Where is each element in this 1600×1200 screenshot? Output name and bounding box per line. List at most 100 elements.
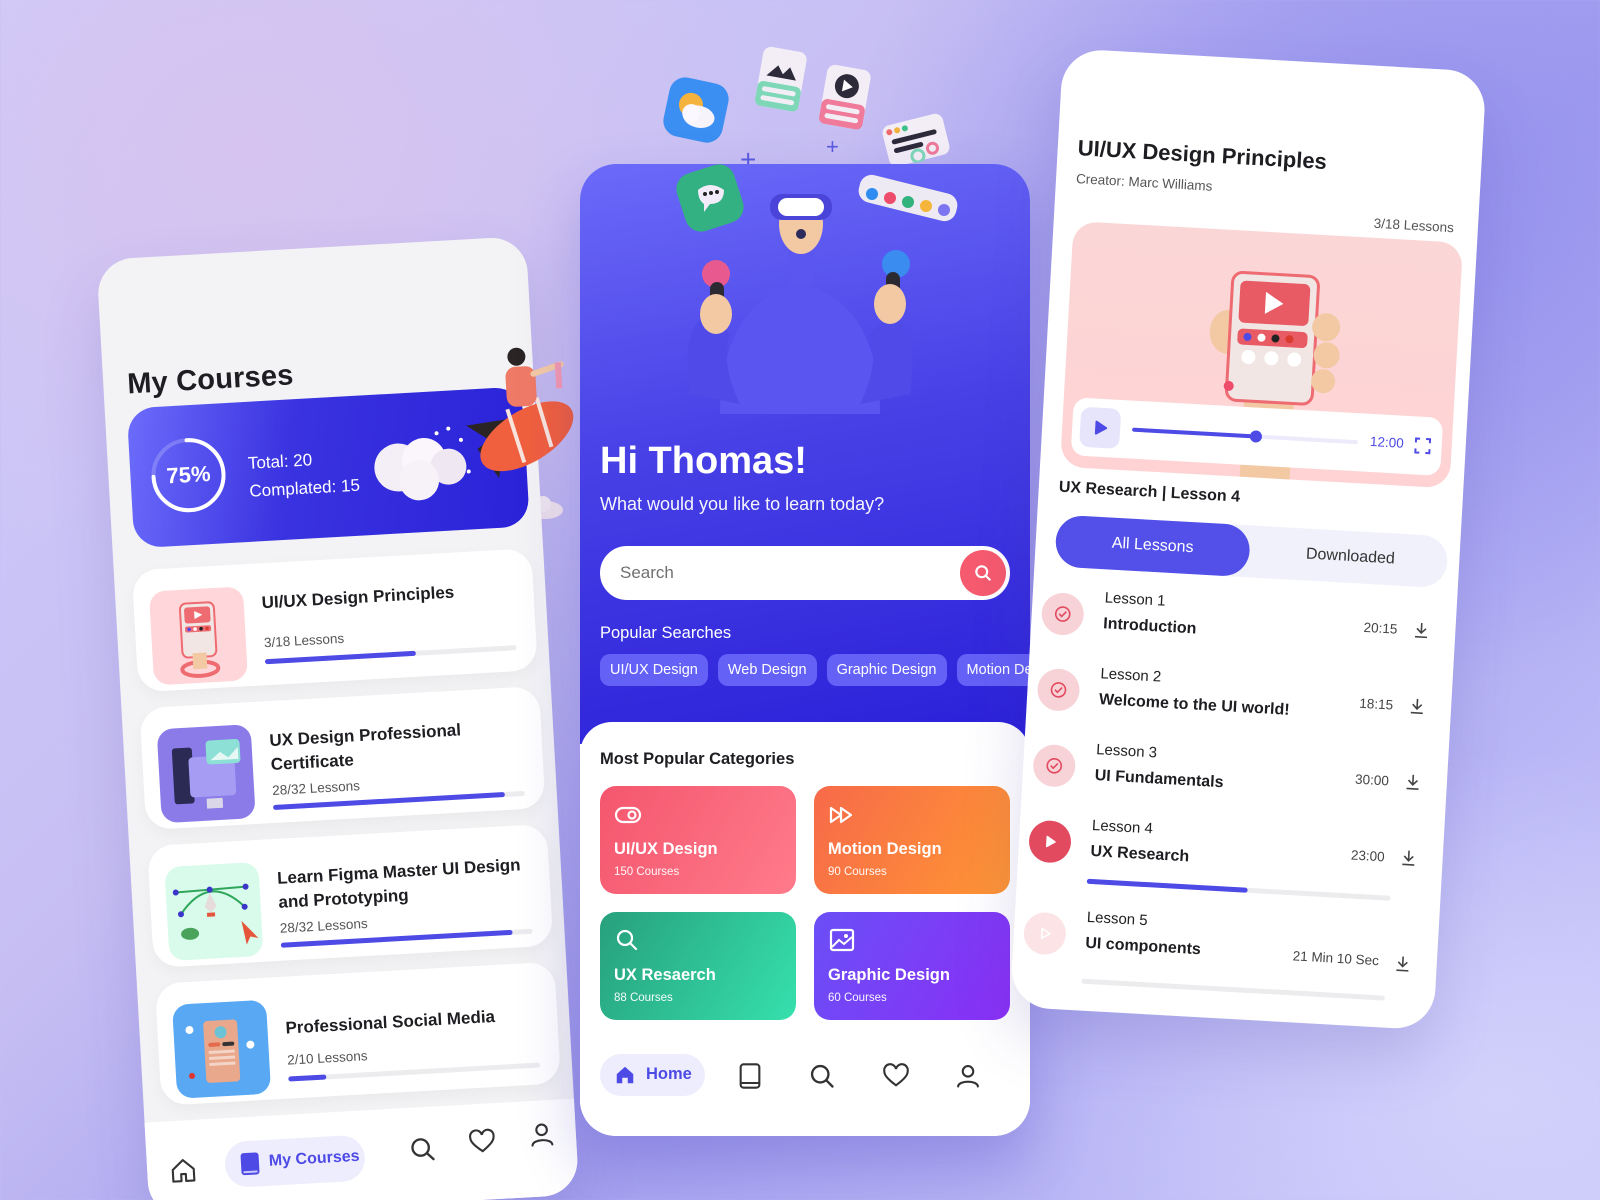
check-circle-icon — [1046, 757, 1063, 774]
course-card[interactable]: Professional Social Media 2/10 Lessons — [154, 961, 562, 1106]
download-icon[interactable] — [1409, 697, 1426, 716]
greeting-subtitle: What would you like to learn today? — [600, 494, 885, 514]
page-title: My Courses — [126, 359, 295, 401]
popular-searches-label: Popular Searches — [600, 624, 732, 642]
hero-section: Hi Thomas! What would you like to learn … — [580, 164, 1030, 744]
download-icon[interactable] — [1400, 848, 1417, 867]
lesson-duration: 18:15 — [1359, 695, 1394, 713]
category-card[interactable]: UX Resaerch 88 Courses — [600, 912, 796, 1020]
play-icon — [1094, 420, 1108, 435]
heart-icon[interactable] — [882, 1062, 910, 1090]
lesson-status-icon — [1032, 743, 1077, 788]
lesson-title: Introduction — [1102, 615, 1197, 638]
video-card-icon — [817, 62, 873, 131]
bottom-navigation: Home — [580, 1042, 1030, 1132]
search-button[interactable] — [960, 550, 1006, 596]
course-lessons: 2/10 Lessons — [286, 1048, 368, 1068]
course-card[interactable]: UI/UX Design Principles 3/18 Lessons — [131, 548, 538, 693]
course-thumbnail — [148, 586, 249, 686]
greeting: Hi Thomas! — [600, 440, 807, 482]
nav-home-label: Home — [646, 1065, 692, 1083]
home-screen: Hi Thomas! What would you like to learn … — [580, 164, 1030, 1136]
category-count: 60 Courses — [828, 992, 887, 1004]
lesson-duration: 23:00 — [1350, 847, 1386, 865]
lesson-item[interactable]: Lesson 4 UX Research 23:00 — [1027, 812, 1430, 904]
category-card[interactable]: Motion Design 90 Courses — [814, 786, 1010, 894]
nav-home[interactable]: Home — [600, 1054, 705, 1096]
lesson-number: Lesson 3 — [1095, 741, 1158, 762]
download-icon[interactable] — [1413, 621, 1430, 640]
popular-searches-list: UI/UX Design Web Design Graphic Design M… — [600, 654, 1030, 686]
heart-icon[interactable] — [467, 1127, 497, 1157]
course-title: Learn Figma Master UI Design and Prototy… — [276, 855, 522, 912]
category-card[interactable]: UI/UX Design 150 Courses — [600, 786, 796, 894]
nav-my-courses[interactable]: My Courses — [223, 1134, 367, 1189]
course-card[interactable]: UX Design Professional Certificate 28/32… — [139, 685, 546, 831]
lesson-item[interactable]: Lesson 5 UI components 21 Min 10 Sec — [1022, 903, 1425, 1001]
weather-app-icon — [658, 72, 734, 148]
lesson-duration: 20:15 — [1363, 619, 1398, 637]
course-lessons: 28/32 Lessons — [271, 778, 361, 798]
lesson-progress-bar — [1081, 978, 1385, 1001]
fullscreen-icon[interactable] — [1413, 436, 1432, 455]
popular-search-chip[interactable]: Graphic Design — [826, 654, 947, 686]
course-card[interactable]: Learn Figma Master UI Design and Prototy… — [147, 823, 554, 968]
search-icon — [616, 929, 638, 951]
search-icon — [975, 565, 991, 581]
total-courses: Total: 20 — [247, 450, 313, 473]
lesson-duration: 21 Min 10 Sec — [1292, 948, 1380, 969]
vr-person-illustration — [676, 164, 958, 414]
lesson-tabs: All Lessons Downloaded — [1054, 514, 1449, 589]
course-title: Professional Social Media — [284, 1006, 496, 1038]
user-icon[interactable] — [954, 1062, 982, 1090]
search-input[interactable] — [620, 548, 940, 598]
popular-search-chip[interactable]: UI/UX Design — [600, 654, 708, 686]
search-icon[interactable] — [408, 1134, 438, 1164]
playback-slider[interactable] — [1132, 427, 1358, 445]
category-name: UX Resaerch — [614, 966, 716, 984]
category-name: Motion Design — [828, 840, 942, 858]
course-title: UI/UX Design Principles — [1077, 135, 1328, 175]
image-icon — [829, 928, 855, 952]
play-button[interactable] — [1079, 406, 1122, 449]
popular-search-chip[interactable]: Web Design — [717, 654, 817, 686]
course-creator: Creator: Marc Williams — [1075, 171, 1213, 194]
rocket-rider-illustration — [466, 347, 574, 478]
category-count: 150 Courses — [614, 866, 680, 878]
tab-downloaded[interactable]: Downloaded — [1252, 526, 1449, 589]
book-icon[interactable] — [736, 1062, 764, 1090]
categories-section: Most Popular Categories UI/UX Design 150… — [580, 722, 1030, 1136]
fast-forward-icon — [829, 806, 853, 824]
category-count: 88 Courses — [614, 992, 673, 1004]
category-count: 90 Courses — [828, 866, 887, 878]
lesson-status-icon — [1022, 911, 1068, 956]
tab-all-lessons[interactable]: All Lessons — [1054, 514, 1251, 578]
check-circle-icon — [1054, 606, 1071, 622]
download-icon[interactable] — [1404, 772, 1421, 791]
course-title: UI/UX Design Principles — [261, 582, 455, 613]
progress-percent: 75% — [165, 460, 212, 489]
category-card[interactable]: Graphic Design 60 Courses — [814, 912, 1010, 1020]
course-title: UX Design Professional Certificate — [268, 720, 462, 774]
search-icon[interactable] — [808, 1062, 836, 1090]
lesson-status-icon — [1036, 667, 1081, 713]
completed-courses: Complated: 15 — [248, 475, 361, 501]
lesson-number: Lesson 4 — [1091, 816, 1154, 838]
user-icon[interactable] — [527, 1120, 557, 1150]
home-icon[interactable] — [169, 1156, 199, 1186]
search-bar — [600, 546, 1010, 600]
lesson-number: Lesson 1 — [1104, 589, 1166, 610]
play-icon — [1045, 835, 1056, 848]
video-player[interactable]: 12:00 — [1059, 221, 1464, 489]
home-icon — [616, 1066, 634, 1084]
slider-handle[interactable] — [1249, 430, 1263, 443]
image-card-icon — [753, 44, 809, 113]
my-courses-screen: My Courses 75% Total: 20 Complated: 15 U… — [96, 235, 580, 1200]
bottom-navigation: My Courses — [144, 1098, 580, 1200]
lesson-title: UI Fundamentals — [1094, 767, 1224, 792]
popular-search-chip[interactable]: Motion Design — [956, 654, 1030, 686]
ui-card-icon — [880, 111, 953, 169]
download-icon[interactable] — [1394, 954, 1411, 973]
lesson-status-icon — [1027, 819, 1073, 864]
play-icon — [1040, 927, 1051, 940]
